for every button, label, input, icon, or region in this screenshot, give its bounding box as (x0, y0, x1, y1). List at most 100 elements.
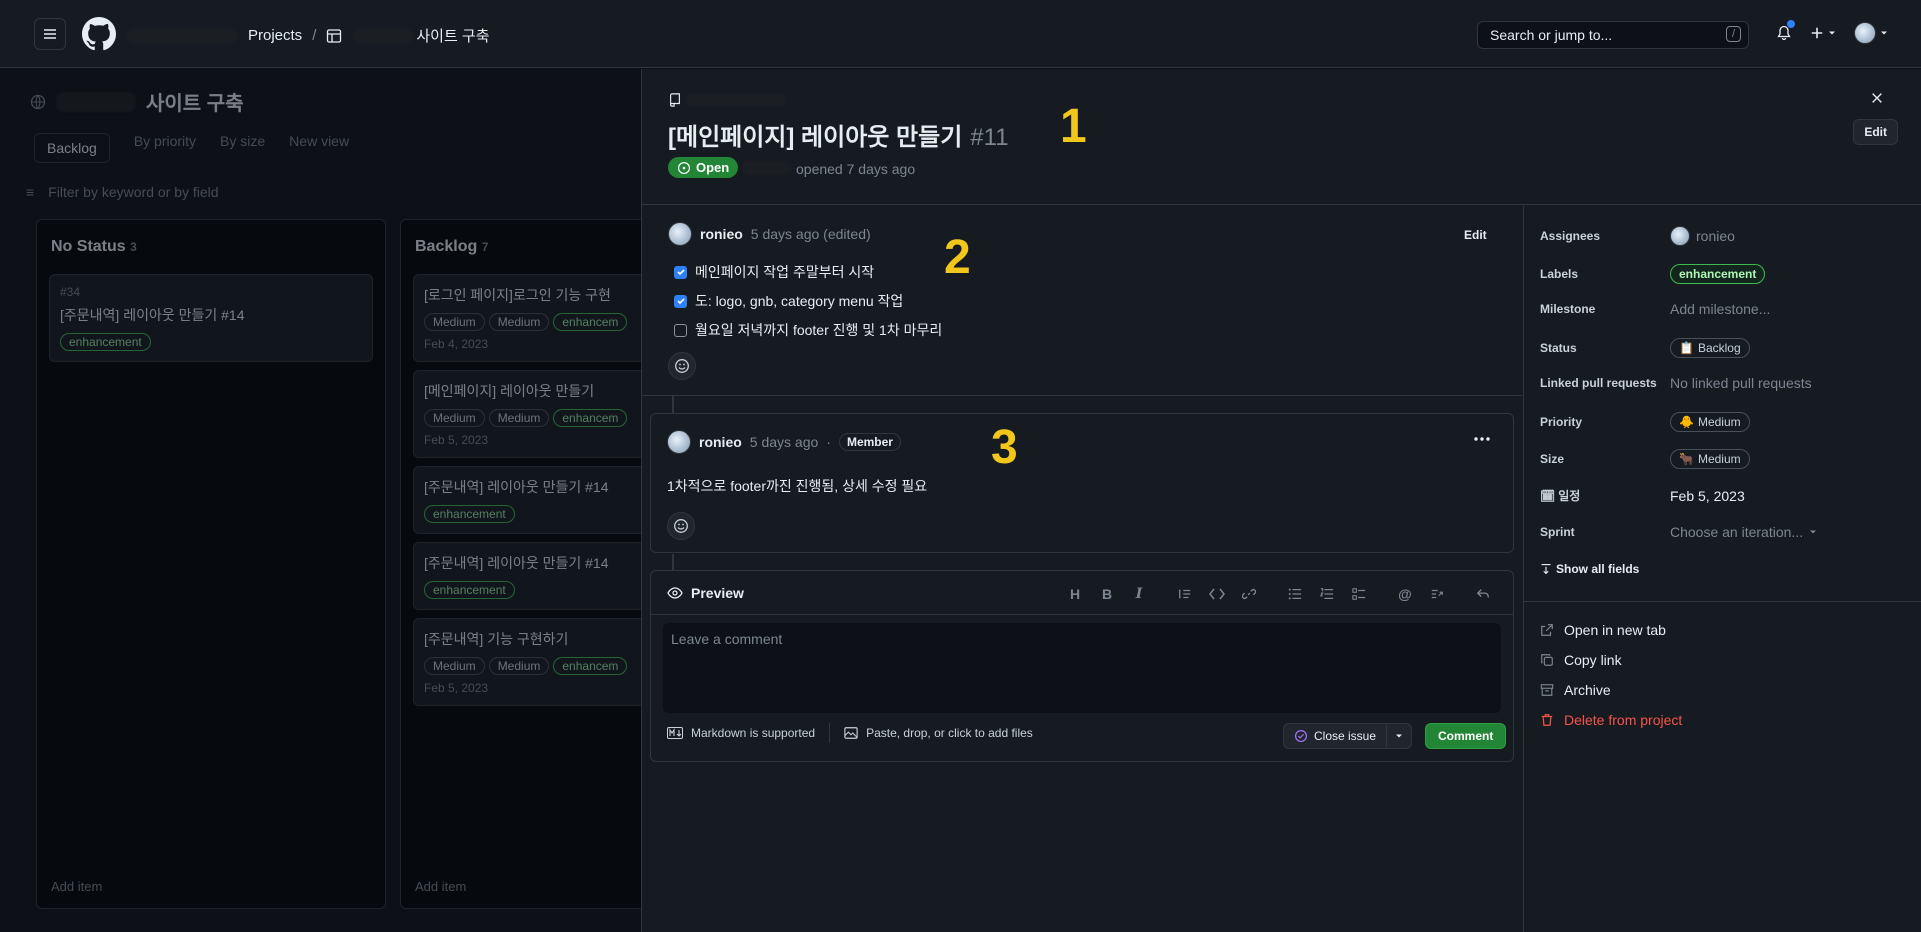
field-size[interactable]: Size 🐂 Medium (1540, 449, 1750, 469)
unordered-list-icon[interactable] (1279, 583, 1311, 605)
card-size: Medium (488, 409, 550, 427)
field-date[interactable]: 🗓 일정 Feb 5, 2023 (1540, 487, 1745, 504)
show-all-fields-button[interactable]: Show all fields (1540, 562, 1639, 576)
author-name[interactable]: ronieo (699, 434, 742, 450)
markdown-note[interactable]: Markdown is supported (691, 726, 815, 740)
tab-by-size[interactable]: By size (220, 133, 265, 163)
project-board: 사이트 구축 Backlog By priority By size New v… (0, 69, 750, 932)
italic-icon[interactable]: I (1123, 583, 1155, 605)
quote-icon[interactable] (1169, 583, 1201, 605)
comment-card: ronieo 5 days ago · Member 3 1차적으로 foote… (650, 413, 1514, 553)
comment-options-button[interactable] (1473, 436, 1491, 442)
avatar (1670, 226, 1690, 246)
breadcrumb-projects[interactable]: Projects (248, 27, 302, 44)
field-linked-pull-requests[interactable]: Linked pull requests No linked pull requ… (1540, 375, 1812, 391)
card-priority: Medium (424, 313, 485, 331)
author-name[interactable]: ronieo (700, 226, 743, 242)
status-pill: 📋 Backlog (1670, 338, 1750, 358)
github-logo-icon[interactable] (82, 17, 116, 51)
smiley-icon (675, 359, 689, 373)
field-labels[interactable]: Labels enhancement (1540, 264, 1766, 284)
code-icon[interactable] (1201, 583, 1233, 605)
link-icon[interactable] (1233, 583, 1265, 605)
attach-files-note[interactable]: Paste, drop, or click to add files (866, 726, 1033, 740)
issue-closed-icon (1294, 729, 1308, 743)
field-milestone[interactable]: Milestone Add milestone... (1540, 301, 1770, 317)
size-pill-text: Medium (1697, 452, 1741, 466)
tab-backlog[interactable]: Backlog (34, 133, 110, 163)
archive-button[interactable]: Archive (1540, 682, 1682, 698)
priority-pill-text: Medium (1697, 415, 1741, 429)
archive-icon (1540, 684, 1554, 696)
task-checkbox[interactable] (674, 294, 687, 308)
ordered-list-icon[interactable] (1311, 583, 1343, 605)
field-sprint[interactable]: Sprint Choose an iteration... (1540, 524, 1817, 540)
timeline-line (672, 396, 674, 414)
open-in-new-tab-button[interactable]: Open in new tab (1540, 622, 1682, 638)
field-status[interactable]: Status 📋 Backlog (1540, 338, 1750, 358)
comment-timestamp[interactable]: 5 days ago (750, 434, 819, 450)
close-issue-button[interactable]: Close issue (1283, 723, 1388, 749)
add-reaction-button[interactable] (668, 352, 696, 380)
priority-emoji-icon: 🐥 (1679, 415, 1694, 429)
menu-button[interactable] (34, 18, 66, 50)
field-priority[interactable]: Priority 🐥 Medium (1540, 412, 1750, 432)
comment-textarea[interactable]: Leave a comment (663, 623, 1501, 713)
tab-new-view[interactable]: New view (289, 133, 349, 163)
tab-by-priority[interactable]: By priority (134, 133, 196, 163)
field-assignees[interactable]: Assignees ronieo (1540, 226, 1735, 246)
heading-icon[interactable]: H (1059, 583, 1091, 605)
card-title: [주문내역] 레이아웃 만들기 #14 (60, 307, 245, 323)
assignee-name: ronieo (1696, 228, 1735, 244)
chevron-down-icon (1829, 31, 1835, 35)
preview-tab[interactable]: Preview (667, 585, 744, 601)
cross-reference-icon[interactable] (1421, 583, 1453, 605)
comment-button[interactable]: Comment (1425, 723, 1507, 749)
card-priority: Medium (424, 657, 485, 675)
priority-pill: 🐥 Medium (1670, 412, 1750, 432)
redacted-owner (126, 27, 238, 44)
add-item-button[interactable]: Add item (415, 879, 466, 894)
chevron-down-icon (1881, 31, 1887, 35)
close-issue-dropdown[interactable] (1387, 723, 1413, 749)
field-label: Linked pull requests (1540, 376, 1657, 390)
linked-pr-value: No linked pull requests (1670, 375, 1812, 391)
issue-opened-meta: opened 7 days ago (742, 161, 915, 177)
comment-timestamp[interactable]: 5 days ago (edited) (751, 226, 871, 242)
filter-bar[interactable]: ≡ Filter by keyword or by field (26, 184, 219, 200)
task-list-icon[interactable] (1343, 583, 1375, 605)
edit-comment-button[interactable]: Edit (1454, 223, 1497, 247)
bold-icon[interactable]: B (1091, 583, 1123, 605)
close-panel-button[interactable] (1870, 91, 1884, 105)
reply-icon[interactable] (1467, 583, 1499, 605)
copy-link-button[interactable]: Copy link (1540, 652, 1682, 668)
search-input[interactable]: Search or jump to... / (1477, 21, 1749, 49)
add-reaction-button[interactable] (667, 512, 695, 540)
delete-from-project-button[interactable]: Delete from project (1540, 712, 1682, 728)
edit-title-button[interactable]: Edit (1853, 119, 1898, 145)
add-item-button[interactable]: Add item (51, 879, 102, 894)
create-new-button[interactable] (1810, 26, 1836, 40)
avatar[interactable] (668, 222, 692, 246)
clipboard-icon: 📋 (1679, 341, 1694, 355)
column-count: 3 (130, 240, 137, 254)
action-label: Copy link (1564, 652, 1622, 668)
mention-icon[interactable]: @ (1389, 583, 1421, 605)
search-shortcut: / (1725, 26, 1741, 42)
status-text: Open (696, 160, 730, 175)
column-title: Backlog (415, 238, 478, 255)
markdown-toolbar: H B I @ (1059, 583, 1499, 605)
user-menu-button[interactable] (1854, 22, 1888, 44)
editor-footer: Markdown is supported Paste, drop, or cl… (667, 723, 1033, 743)
task-checkbox[interactable] (674, 323, 687, 337)
board-card[interactable]: #34 [주문내역] 레이아웃 만들기 #14 enhancement (49, 274, 373, 362)
comment-editor: Preview H B I @ Leave a comment Markdown… (650, 570, 1514, 762)
redacted-user (742, 161, 792, 175)
breadcrumb-separator: / (312, 27, 317, 44)
show-all-label: Show all fields (1556, 562, 1640, 576)
chevron-down-icon (1810, 530, 1817, 534)
avatar[interactable] (667, 430, 691, 454)
breadcrumb-project-name[interactable]: 사이트 구축 (416, 25, 489, 46)
notifications-button[interactable] (1776, 20, 1795, 41)
task-checkbox[interactable] (674, 265, 687, 279)
